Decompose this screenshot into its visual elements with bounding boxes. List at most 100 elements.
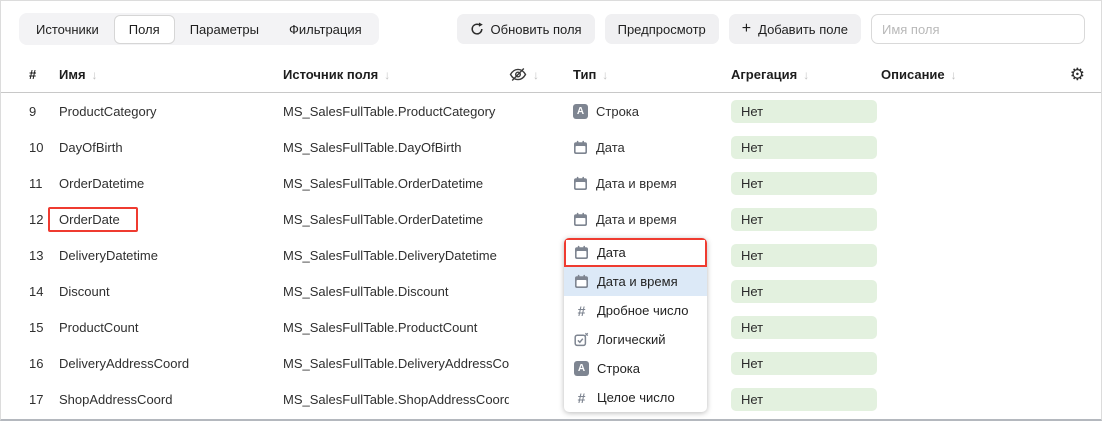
gear-icon: ⚙ [1070, 65, 1085, 85]
field-aggregation-cell: Нет [731, 208, 881, 231]
field-type-label: Дата [596, 140, 625, 155]
column-header-aggregation-label: Агрегация [731, 67, 797, 82]
column-header-source[interactable]: Источник поля ↓ [283, 67, 509, 82]
toolbar: ИсточникиПоляПараметрыФильтрация Обновит… [1, 1, 1101, 57]
type-option-integer[interactable]: #Целое число [564, 383, 707, 412]
field-source-cell: MS_SalesFullTable.OrderDatetime [283, 212, 509, 227]
datetime-type-icon [573, 212, 588, 227]
date-type-icon [574, 245, 589, 260]
row-index: 9 [29, 104, 59, 119]
field-source-cell: MS_SalesFullTable.DayOfBirth [283, 140, 509, 155]
table-body: 9ProductCategory MS_SalesFullTable.Produc… [1, 93, 1101, 417]
field-aggregation-cell: Нет [731, 172, 881, 195]
field-aggregation-cell: Нет [731, 136, 881, 159]
sort-arrow-icon: ↓ [803, 68, 809, 82]
column-header-aggregation[interactable]: Агрегация ↓ [731, 67, 881, 82]
tab-filtering[interactable]: Фильтрация [274, 15, 377, 44]
refresh-fields-button[interactable]: Обновить поля [457, 14, 595, 44]
aggregation-badge[interactable]: Нет [731, 136, 877, 159]
field-name: ProductCategory [59, 104, 157, 119]
aggregation-badge[interactable]: Нет [731, 316, 877, 339]
field-name: OrderDatetime [59, 176, 144, 191]
field-name-cell[interactable]: Discount [59, 284, 283, 299]
field-name-cell[interactable]: DeliveryDatetime [59, 248, 283, 263]
row-index: 16 [29, 356, 59, 371]
field-aggregation-cell: Нет [731, 316, 881, 339]
boolean-type-icon [574, 332, 589, 347]
field-name-cell[interactable]: OrderDatetime [59, 176, 283, 191]
type-option-label: Дробное число [597, 303, 688, 318]
column-header-type-label: Тип [573, 67, 596, 82]
field-source-cell: MS_SalesFullTable.Discount [283, 284, 509, 299]
table-row: 15ProductCount MS_SalesFullTable.ProductC… [1, 309, 1101, 345]
field-type-label: Дата и время [596, 176, 677, 191]
sort-arrow-icon: ↓ [602, 68, 608, 82]
column-header-source-label: Источник поля [283, 67, 378, 82]
type-option-label: Целое число [597, 390, 675, 405]
field-aggregation-cell: Нет [731, 280, 881, 303]
annotation-red-box: OrderDate [48, 207, 138, 232]
aggregation-badge[interactable]: Нет [731, 352, 877, 375]
aggregation-badge[interactable]: Нет [731, 388, 877, 411]
field-name: ProductCount [59, 320, 139, 335]
field-name: ShopAddressCoord [59, 392, 172, 407]
column-header-name-label: Имя [59, 67, 86, 82]
aggregation-badge[interactable]: Нет [731, 208, 877, 231]
row-index: 15 [29, 320, 59, 335]
float-type-icon: # [574, 303, 589, 318]
field-type-cell[interactable]: AСтрока [573, 104, 731, 119]
column-header-name[interactable]: Имя ↓ [59, 67, 283, 82]
field-type-cell[interactable]: Дата и время [573, 212, 731, 227]
type-option-string[interactable]: AСтрока [564, 354, 707, 383]
field-type-cell[interactable]: Дата и время [573, 176, 731, 191]
column-settings-button[interactable]: ⚙ [1045, 65, 1085, 85]
aggregation-badge[interactable]: Нет [731, 172, 877, 195]
field-name: DeliveryDatetime [59, 248, 158, 263]
table-row: 9ProductCategory MS_SalesFullTable.Produc… [1, 93, 1101, 129]
row-index: 11 [29, 176, 59, 191]
field-name-cell[interactable]: ProductCount [59, 320, 283, 335]
field-type-cell[interactable]: Дата [573, 140, 731, 155]
aggregation-badge[interactable]: Нет [731, 280, 877, 303]
table-row: 13DeliveryDatetimeMS_SalesFullTable.Deli… [1, 237, 1101, 273]
field-name-search-input[interactable] [871, 14, 1085, 44]
preview-button[interactable]: Предпросмотр [605, 14, 719, 44]
field-source-cell: MS_SalesFullTable.ProductCount [283, 320, 509, 335]
tab-parameters[interactable]: Параметры [175, 15, 274, 44]
type-option-date[interactable]: Дата [564, 238, 707, 267]
field-name-cell[interactable]: ProductCategory [59, 104, 283, 119]
eye-slash-icon [509, 67, 527, 82]
field-name-cell[interactable]: ShopAddressCoord [59, 392, 283, 407]
column-header-visibility[interactable]: ↓ [509, 67, 573, 82]
aggregation-badge[interactable]: Нет [731, 244, 877, 267]
type-option-float[interactable]: # Дробное число [564, 296, 707, 325]
table-row: 17ShopAddressCoordMS_SalesFullTable.Shop… [1, 381, 1101, 417]
tab-fields[interactable]: Поля [114, 15, 175, 44]
column-header-description[interactable]: Описание ↓ [881, 67, 1045, 82]
field-aggregation-cell: Нет [731, 244, 881, 267]
refresh-button-label: Обновить поля [491, 22, 582, 37]
table-header: # Имя ↓ Источник поля ↓ ↓ Тип ↓ Агрегаци… [1, 57, 1101, 93]
tab-sources[interactable]: Источники [21, 15, 114, 44]
field-source-cell: MS_SalesFullTable.OrderDatetime [283, 176, 509, 191]
field-name-cell[interactable]: DayOfBirth [59, 140, 283, 155]
sort-arrow-icon: ↓ [92, 68, 98, 82]
field-name-cell[interactable]: DeliveryAddressCoord [59, 356, 283, 371]
field-name-cell[interactable]: OrderDate [59, 207, 283, 232]
field-aggregation-cell: Нет [731, 352, 881, 375]
column-header-type[interactable]: Тип ↓ [573, 67, 731, 82]
plus-icon: + [742, 21, 751, 37]
sort-arrow-icon: ↓ [384, 68, 390, 82]
field-name: OrderDate [59, 212, 120, 227]
section-tabs: ИсточникиПоляПараметрыФильтрация [19, 13, 379, 45]
field-source-cell: MS_SalesFullTable.ProductCategory [283, 104, 509, 119]
field-type-label: Строка [596, 104, 639, 119]
type-option-boolean[interactable]: Логический [564, 325, 707, 354]
aggregation-badge[interactable]: Нет [731, 100, 877, 123]
type-option-datetime[interactable]: Дата и время [564, 267, 707, 296]
column-header-description-label: Описание [881, 67, 945, 82]
refresh-icon [470, 22, 484, 36]
field-aggregation-cell: Нет [731, 100, 881, 123]
dataset-fields-editor: ИсточникиПоляПараметрыФильтрация Обновит… [0, 0, 1102, 421]
add-field-button[interactable]: + Добавить поле [729, 14, 861, 44]
